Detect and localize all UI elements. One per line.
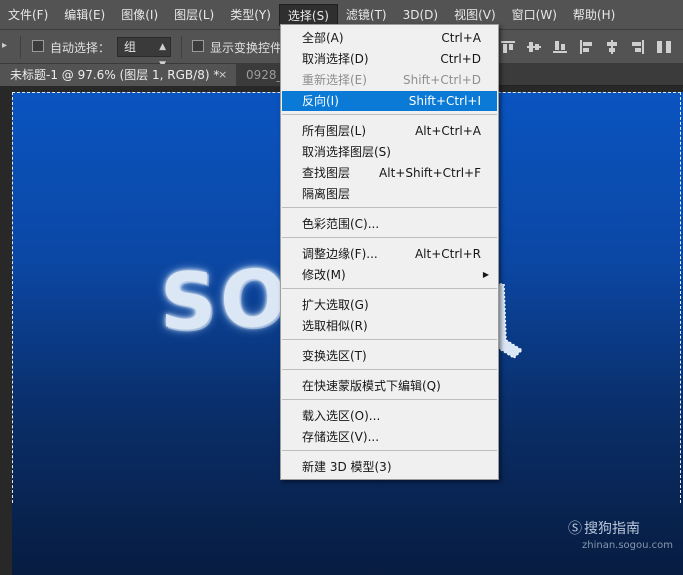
align-right-icon[interactable]	[630, 39, 646, 55]
menu-item-shortcut: Ctrl+D	[440, 52, 481, 66]
menu-item-transform-selection[interactable]: 变换选区(T)	[282, 346, 497, 366]
watermark-text: 搜狗指南	[584, 521, 640, 537]
align-icons-group	[500, 39, 683, 55]
menu-item-label: 扩大选取(G)	[302, 298, 369, 312]
menu-item-label: 隔离图层	[302, 187, 351, 201]
menu-item-isolate-layers[interactable]: 隔离图层	[282, 184, 497, 204]
menu-item-grow[interactable]: 扩大选取(G)	[282, 295, 497, 315]
menu-layer[interactable]: 图层(L)	[166, 4, 222, 26]
align-top-icon[interactable]	[500, 39, 516, 55]
menu-item-inverse[interactable]: 反向(I) Shift+Ctrl+I	[282, 91, 497, 111]
menu-item-label: 取消选择(D)	[302, 52, 369, 66]
menu-item-modify[interactable]: 修改(M) ▶	[282, 265, 497, 285]
menu-item-label: 反向(I)	[302, 94, 339, 108]
select-menu-dropdown: 全部(A) Ctrl+A 取消选择(D) Ctrl+D 重新选择(E) Shif…	[280, 24, 499, 480]
menu-item-label: 存储选区(V)...	[302, 430, 380, 444]
menu-item-label: 选取相似(R)	[302, 319, 368, 333]
auto-select-label: 自动选择：	[50, 41, 111, 55]
menu-3d[interactable]: 3D(D)	[395, 4, 446, 26]
distribute-icon[interactable]	[656, 39, 672, 55]
align-vcenter-icon[interactable]	[526, 39, 542, 55]
menu-item-label: 新建 3D 模型(3)	[302, 460, 392, 474]
menu-item-label: 修改(M)	[302, 268, 346, 282]
menu-item-load-selection[interactable]: 载入选区(O)...	[282, 406, 497, 426]
menu-item-label: 取消选择图层(S)	[302, 145, 391, 159]
menu-item-all[interactable]: 全部(A) Ctrl+A	[282, 28, 497, 48]
menu-separator	[282, 450, 497, 451]
align-hcenter-icon[interactable]	[604, 39, 620, 55]
tab-title: 未标题-1 @ 97.6% (图层 1, RGB/8) *	[10, 68, 220, 82]
menu-item-similar[interactable]: 选取相似(R)	[282, 316, 497, 336]
menu-help[interactable]: 帮助(H)	[565, 4, 623, 26]
menu-separator	[282, 237, 497, 238]
menu-type[interactable]: 类型(Y)	[222, 4, 279, 26]
menu-separator	[282, 339, 497, 340]
watermark-url: zhinan.sogou.com	[582, 540, 674, 551]
show-transform-checkbox[interactable]	[192, 40, 204, 52]
cloud-text-layer: SO	[160, 253, 291, 349]
align-left-icon[interactable]	[578, 39, 594, 55]
close-icon[interactable]: ×	[218, 64, 227, 86]
auto-select-value: 组	[124, 40, 137, 54]
menu-item-label: 变换选区(T)	[302, 349, 367, 363]
menu-item-shortcut: Ctrl+A	[441, 31, 481, 45]
auto-select-checkbox[interactable]	[32, 40, 44, 52]
menu-separator	[282, 399, 497, 400]
options-separator	[20, 36, 21, 58]
menu-select[interactable]: 选择(S)	[278, 3, 338, 26]
tool-preset-arrow-icon[interactable]: ▸	[2, 40, 7, 51]
menu-separator	[282, 288, 497, 289]
menu-item-quick-mask[interactable]: 在快速蒙版模式下编辑(Q)	[282, 376, 497, 396]
menu-image[interactable]: 图像(I)	[113, 4, 166, 26]
watermark: Ⓢ 搜狗指南	[568, 518, 640, 538]
submenu-arrow-icon: ▶	[482, 270, 489, 279]
menu-separator	[282, 369, 497, 370]
menu-item-reselect[interactable]: 重新选择(E) Shift+Ctrl+D	[282, 70, 497, 90]
auto-select-dropdown[interactable]: 组 ▲▼	[117, 37, 171, 70]
menu-item-deselect[interactable]: 取消选择(D) Ctrl+D	[282, 49, 497, 69]
sogou-logo-icon: Ⓢ	[568, 521, 582, 537]
menu-file[interactable]: 文件(F)	[0, 4, 56, 26]
show-transform-label: 显示变换控件	[210, 41, 283, 55]
tab-title: 0928_	[246, 68, 283, 82]
menu-item-shortcut: Shift+Ctrl+I	[408, 94, 481, 108]
menu-item-label: 在快速蒙版模式下编辑(Q)	[302, 379, 441, 393]
align-bottom-icon[interactable]	[552, 39, 568, 55]
menu-item-label: 全部(A)	[302, 31, 344, 45]
menu-edit[interactable]: 编辑(E)	[56, 4, 113, 26]
menu-item-new-3d-model[interactable]: 新建 3D 模型(3)	[282, 457, 497, 477]
menu-item-label: 查找图层	[302, 166, 351, 180]
menu-item-save-selection[interactable]: 存储选区(V)...	[282, 427, 497, 447]
menu-item-all-layers[interactable]: 所有图层(L) Alt+Ctrl+A	[282, 121, 497, 141]
tab-untitled-1[interactable]: 未标题-1 @ 97.6% (图层 1, RGB/8) * ×	[0, 64, 236, 86]
menu-item-label: 载入选区(O)...	[302, 409, 381, 423]
menu-item-find-layers[interactable]: 查找图层 Alt+Shift+Ctrl+F	[282, 163, 497, 183]
menu-item-shortcut: Alt+Shift+Ctrl+F	[379, 166, 481, 180]
menu-item-label: 重新选择(E)	[302, 73, 367, 87]
menu-item-deselect-layers[interactable]: 取消选择图层(S)	[282, 142, 497, 162]
menu-item-shortcut: Shift+Ctrl+D	[403, 73, 481, 87]
options-separator	[181, 36, 182, 58]
menu-window[interactable]: 窗口(W)	[504, 4, 565, 26]
menu-separator	[282, 114, 497, 115]
menu-item-refine-edge[interactable]: 调整边缘(F)... Alt+Ctrl+R	[282, 244, 497, 264]
menu-item-label: 所有图层(L)	[302, 124, 367, 138]
menu-item-color-range[interactable]: 色彩范围(C)...	[282, 214, 497, 234]
menu-item-label: 色彩范围(C)...	[302, 217, 380, 231]
menu-item-label: 调整边缘(F)...	[302, 247, 378, 261]
menu-separator	[282, 207, 497, 208]
menu-item-shortcut: Alt+Ctrl+A	[415, 124, 481, 138]
menu-filter[interactable]: 滤镜(T)	[338, 4, 395, 26]
menu-item-shortcut: Alt+Ctrl+R	[414, 247, 481, 261]
menu-view[interactable]: 视图(V)	[446, 4, 504, 26]
